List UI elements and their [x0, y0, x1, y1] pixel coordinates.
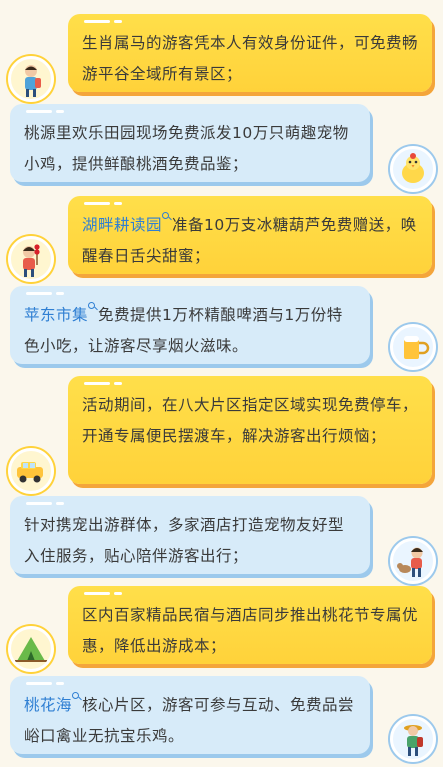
place-name: 桃花海 [24, 696, 73, 714]
pet-owner-icon [390, 538, 436, 584]
benefit-text: 区内百家精品民宿与酒店同步推出桃花节专属优惠，降低出游成本； [82, 606, 419, 655]
benefit-card-1: 生肖属马的游客凭本人有效身份证件，可免费畅游平谷全域所有景区； [68, 14, 432, 92]
beer-icon [390, 324, 436, 370]
car-icon [8, 448, 54, 494]
card-decoration [84, 20, 124, 24]
benefit-card-7: 区内百家精品民宿与酒店同步推出桃花节专属优惠，降低出游成本； [68, 586, 432, 664]
benefit-card-5: 活动期间，在八大片区指定区域实现免费停车，开通专属便民摆渡车，解决游客出行烦恼； [68, 376, 432, 484]
card-decoration [26, 682, 66, 686]
chick-icon [390, 146, 436, 192]
benefit-text: 活动期间，在八大片区指定区域实现免费停车，开通专属便民摆渡车，解决游客出行烦恼； [82, 396, 419, 445]
search-icon[interactable] [88, 302, 97, 311]
benefit-text: 桃源里欢乐田园现场免费派发10万只萌趣宠物小鸡，提供鲜酿桃酒免费品鉴； [24, 124, 349, 173]
place-name: 苹东市集 [24, 306, 89, 324]
tent-icon [8, 626, 54, 672]
benefit-card-3: 湖畔耕读园 准备10万支冰糖葫芦免费赠送，唤醒春日舌尖甜蜜； [68, 196, 432, 274]
hiker-icon [390, 716, 436, 762]
place-name: 湖畔耕读园 [82, 216, 163, 234]
card-decoration [84, 202, 124, 206]
benefit-card-6: 针对携宠出游群体，多家酒店打造宠物友好型入住服务，贴心陪伴游客出行； [10, 496, 370, 574]
traveler-icon [8, 56, 54, 102]
search-icon[interactable] [72, 692, 81, 701]
card-decoration [26, 110, 66, 114]
benefit-card-2: 桃源里欢乐田园现场免费派发10万只萌趣宠物小鸡，提供鲜酿桃酒免费品鉴； [10, 104, 370, 182]
benefit-card-8: 桃花海 核心片区，游客可参与互动、免费品尝峪口禽业无抗宝乐鸡。 [10, 676, 370, 754]
child-candy-icon [8, 236, 54, 282]
card-decoration [84, 592, 124, 596]
benefit-card-4: 苹东市集 免费提供1万杯精酿啤酒与1万份特色小吃，让游客尽享烟火滋味。 [10, 286, 370, 364]
benefit-text: 生肖属马的游客凭本人有效身份证件，可免费畅游平谷全域所有景区； [82, 34, 419, 83]
benefit-text: 针对携宠出游群体，多家酒店打造宠物友好型入住服务，贴心陪伴游客出行； [24, 516, 345, 565]
card-decoration [26, 292, 66, 296]
card-decoration [84, 382, 124, 386]
benefit-text: 核心片区，游客可参与互动、免费品尝峪口禽业无抗宝乐鸡。 [24, 696, 355, 745]
card-decoration [26, 502, 66, 506]
search-icon[interactable] [162, 212, 171, 221]
